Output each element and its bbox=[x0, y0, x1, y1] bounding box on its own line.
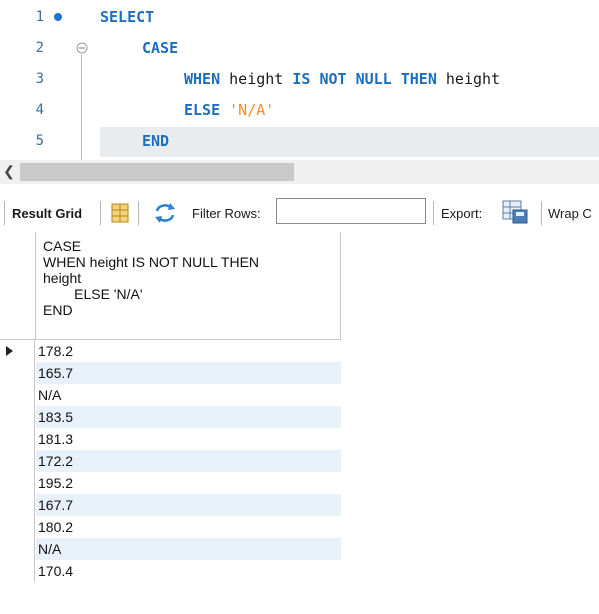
row-selector[interactable] bbox=[0, 538, 35, 560]
row-selector[interactable] bbox=[0, 494, 35, 516]
sql-keyword: SELECT bbox=[100, 8, 155, 26]
toolbar-divider bbox=[541, 201, 542, 225]
sql-string: 'N/A' bbox=[229, 101, 275, 119]
table-row[interactable]: 165.7 bbox=[0, 362, 342, 384]
table-row[interactable]: 178.2 bbox=[0, 340, 342, 362]
column-header-case[interactable]: CASE WHEN height IS NOT NULL THEN height… bbox=[35, 232, 341, 340]
cell-value: 172.2 bbox=[38, 453, 74, 469]
sql-identifier: height bbox=[436, 70, 501, 88]
cell-value: 178.2 bbox=[38, 343, 74, 359]
cell-value: 170.4 bbox=[38, 563, 74, 579]
cell-value: 165.7 bbox=[38, 365, 74, 381]
cell-value: N/A bbox=[38, 387, 62, 403]
toolbar-divider bbox=[433, 201, 434, 225]
row-selector[interactable] bbox=[0, 450, 35, 472]
toolbar-divider bbox=[100, 201, 101, 225]
table-row[interactable]: 183.5 bbox=[0, 406, 342, 428]
table-cell[interactable]: 165.7 bbox=[36, 362, 341, 384]
sql-editor[interactable]: 1 SELECT 2 CASE 3 WHEN height IS NOT NULL THE… bbox=[0, 0, 599, 160]
scrollbar-thumb[interactable] bbox=[20, 163, 294, 181]
sql-keyword: CASE bbox=[142, 39, 179, 57]
editor-horizontal-scrollbar[interactable]: ❮ bbox=[0, 160, 599, 184]
scroll-left-arrow-icon[interactable]: ❮ bbox=[2, 163, 16, 179]
code-text: SELECT bbox=[100, 8, 154, 26]
table-row[interactable]: 181.3 bbox=[0, 428, 342, 450]
row-selector[interactable] bbox=[0, 516, 35, 538]
line-number: 5 bbox=[35, 133, 44, 149]
table-cell[interactable]: 195.2 bbox=[36, 472, 341, 494]
table-row[interactable]: N/A bbox=[0, 538, 342, 560]
cell-value: N/A bbox=[38, 541, 62, 557]
cell-value: 180.2 bbox=[38, 519, 74, 535]
row-selector[interactable] bbox=[0, 406, 35, 428]
table-row[interactable]: 170.4 bbox=[0, 560, 342, 582]
table-row[interactable]: 172.2 bbox=[0, 450, 342, 472]
table-cell[interactable]: 181.3 bbox=[36, 428, 341, 450]
table-cell[interactable]: 170.4 bbox=[36, 560, 341, 582]
row-selector[interactable] bbox=[0, 472, 35, 494]
row-selector[interactable] bbox=[0, 428, 35, 450]
sql-keyword: IS NOT NULL THEN bbox=[292, 70, 437, 88]
table-cell[interactable]: 172.2 bbox=[36, 450, 341, 472]
toolbar-divider bbox=[4, 201, 5, 225]
filter-rows-input[interactable] bbox=[276, 198, 426, 224]
table-cell[interactable]: N/A bbox=[36, 538, 341, 560]
table-cell[interactable]: N/A bbox=[36, 384, 341, 406]
column-header-label: CASE WHEN height IS NOT NULL THEN height… bbox=[43, 238, 260, 318]
editor-line-5[interactable]: 5 END bbox=[0, 126, 599, 157]
row-selector[interactable] bbox=[0, 560, 35, 582]
export-label: Export: bbox=[441, 206, 483, 221]
line-number: 4 bbox=[35, 102, 44, 118]
result-grid[interactable]: CASE WHEN height IS NOT NULL THEN height… bbox=[0, 232, 599, 614]
sql-keyword: WHEN bbox=[184, 70, 221, 88]
fold-collapse-icon[interactable] bbox=[76, 42, 88, 54]
table-row[interactable]: 195.2 bbox=[0, 472, 342, 494]
sql-keyword: ELSE bbox=[184, 101, 221, 119]
wrap-cell-content-toggle[interactable]: Wrap C bbox=[548, 206, 592, 221]
editor-line-1[interactable]: 1 SELECT bbox=[0, 2, 599, 33]
table-cell[interactable]: 167.7 bbox=[36, 494, 341, 516]
table-cell[interactable]: 183.5 bbox=[36, 406, 341, 428]
row-selector[interactable] bbox=[0, 340, 35, 362]
line-number: 2 bbox=[35, 40, 44, 56]
current-line-highlight bbox=[100, 127, 599, 157]
table-row[interactable]: N/A bbox=[0, 384, 342, 406]
result-toolbar: Result Grid Filter Rows: Export: Wrap C bbox=[0, 194, 599, 232]
sql-keyword: END bbox=[142, 132, 170, 150]
refresh-icon[interactable] bbox=[153, 202, 177, 227]
sql-identifier: height bbox=[220, 70, 293, 88]
filter-rows-label: Filter Rows: bbox=[192, 206, 261, 221]
table-cell[interactable]: 180.2 bbox=[36, 516, 341, 538]
row-selector[interactable] bbox=[0, 384, 35, 406]
editor-line-4[interactable]: 4 ELSE 'N/A' bbox=[0, 95, 599, 126]
grid-header-gutter bbox=[0, 232, 35, 340]
sql-identifier bbox=[220, 101, 229, 119]
grid-view-icon[interactable] bbox=[109, 202, 131, 227]
cell-value: 195.2 bbox=[38, 475, 74, 491]
editor-line-3[interactable]: 3 WHEN height IS NOT NULL THEN height bbox=[0, 64, 599, 95]
code-text: ELSE 'N/A' bbox=[184, 101, 274, 119]
line-number: 1 bbox=[35, 9, 44, 25]
table-row[interactable]: 180.2 bbox=[0, 516, 342, 538]
code-text: END bbox=[142, 132, 169, 150]
cell-value: 181.3 bbox=[38, 431, 74, 447]
toolbar-divider bbox=[138, 201, 139, 225]
table-cell[interactable]: 178.2 bbox=[36, 340, 341, 362]
cell-value: 167.7 bbox=[38, 497, 74, 513]
current-row-pointer-icon bbox=[6, 346, 13, 356]
export-icon[interactable] bbox=[501, 199, 529, 228]
row-selector[interactable] bbox=[0, 362, 35, 384]
table-row[interactable]: 167.7 bbox=[0, 494, 342, 516]
result-grid-tab[interactable]: Result Grid bbox=[12, 206, 82, 221]
code-text: CASE bbox=[142, 39, 178, 57]
code-text: WHEN height IS NOT NULL THEN height bbox=[184, 70, 500, 88]
statement-marker-icon bbox=[54, 13, 62, 21]
cell-value: 183.5 bbox=[38, 409, 74, 425]
line-number: 3 bbox=[35, 71, 44, 87]
editor-line-2[interactable]: 2 CASE bbox=[0, 33, 599, 64]
